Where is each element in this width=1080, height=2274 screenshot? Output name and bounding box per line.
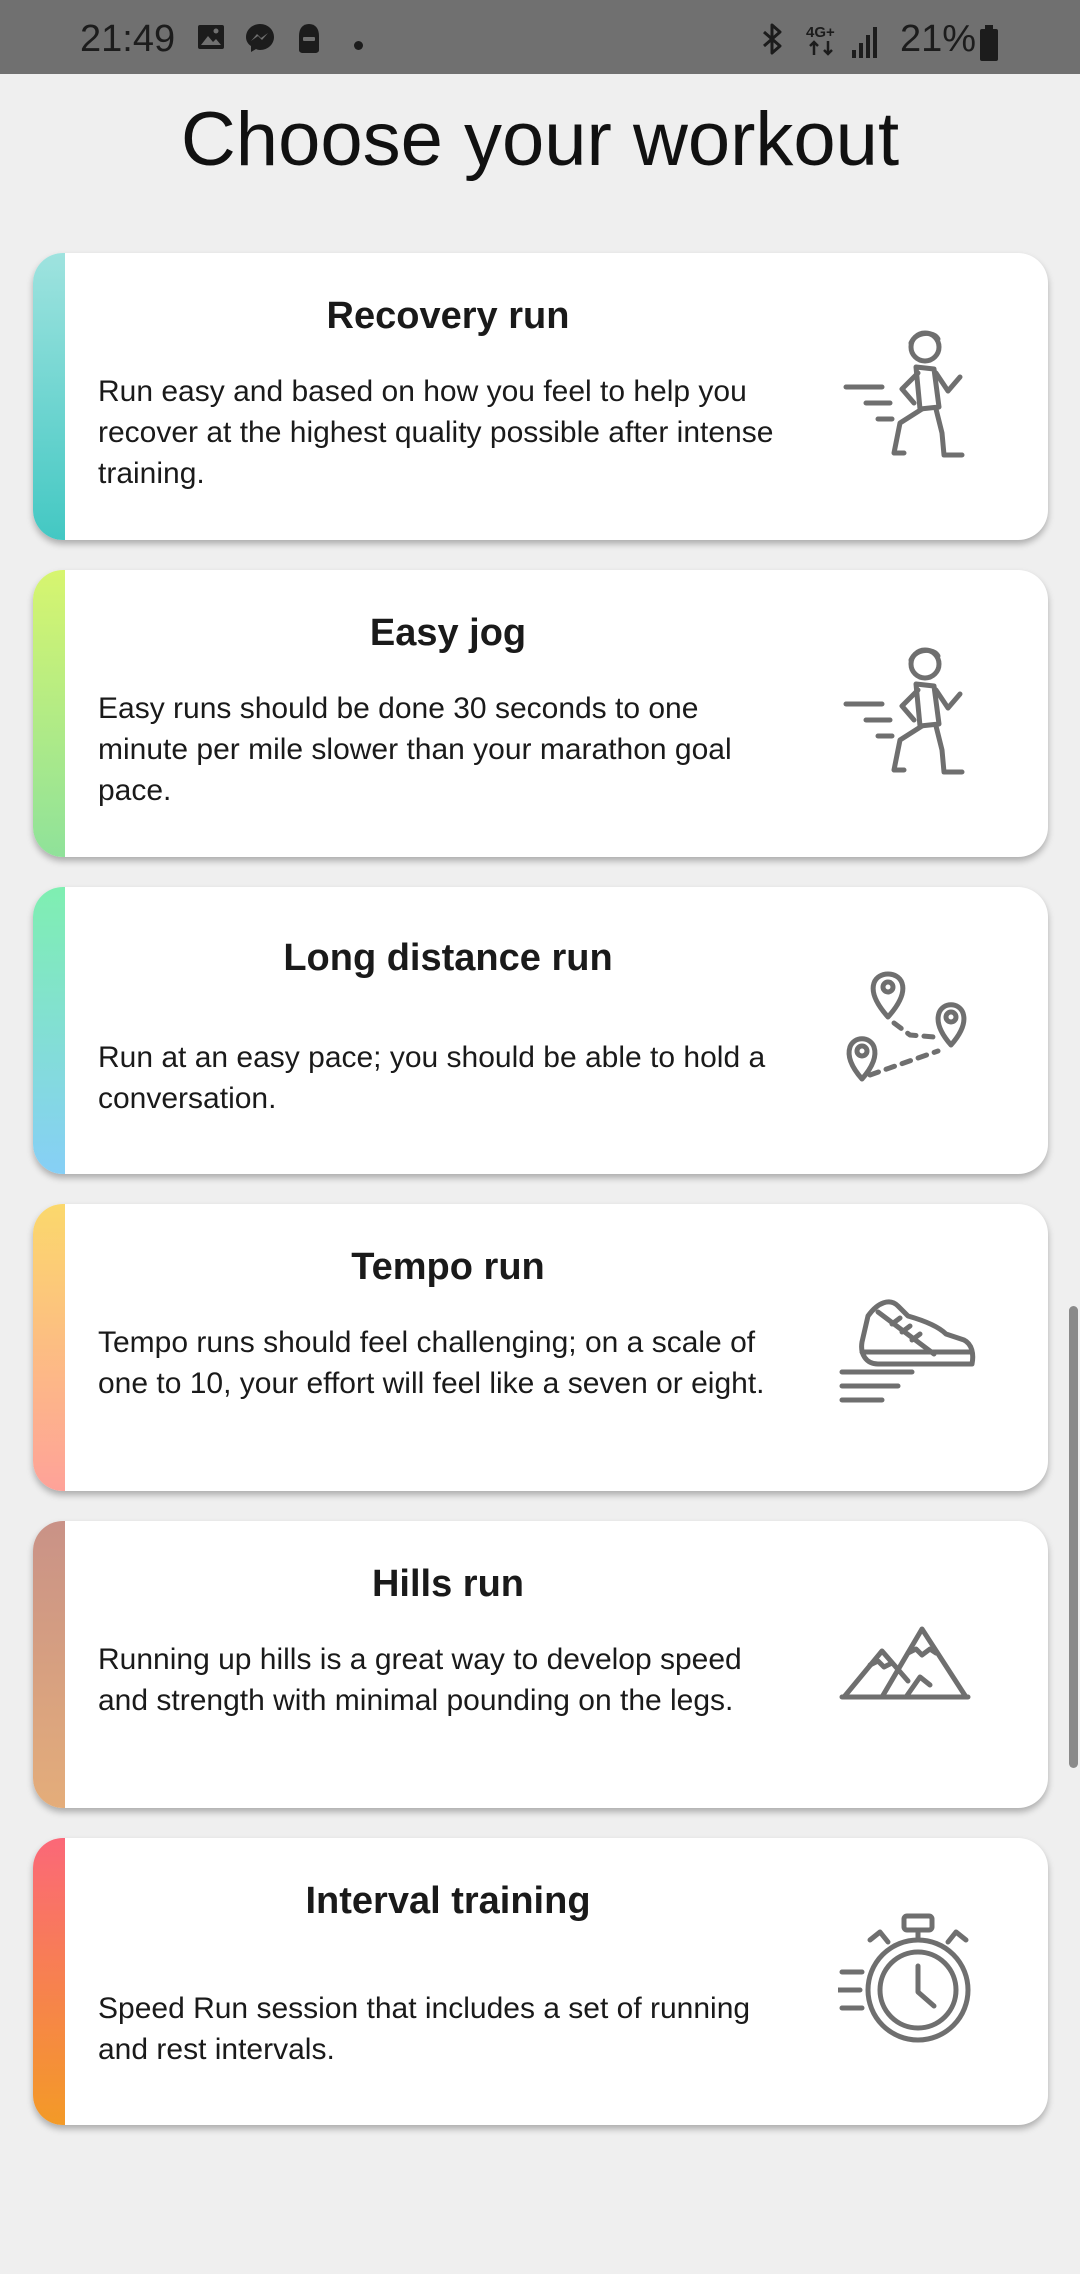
card-accent-stripe: [33, 253, 65, 540]
signal-icon: [852, 27, 877, 58]
workout-description: Easy runs should be done 30 seconds to o…: [98, 692, 732, 807]
network-label: 4G+: [806, 24, 835, 41]
workout-card-long-distance-run[interactable]: Long distance run Run at an easy pace; y…: [33, 887, 1048, 1174]
runner-icon: [843, 330, 965, 458]
bluetooth-icon: [763, 23, 782, 55]
route-pins-icon: [846, 971, 967, 1082]
workout-title: Interval training: [305, 1880, 591, 1922]
card-accent-stripe: [33, 570, 65, 857]
card-accent-stripe: [33, 1838, 65, 2125]
workout-description: Running up hills is a great way to devel…: [98, 1643, 742, 1717]
workout-card-hills-run[interactable]: Hills run Running up hills is a great wa…: [33, 1521, 1048, 1808]
status-bar: 21:49 4G+ 21%: [0, 0, 1080, 74]
workout-title: Tempo run: [351, 1246, 545, 1288]
workout-card-easy-jog[interactable]: Easy jog Easy runs should be done 30 sec…: [33, 570, 1048, 857]
workout-description: Run easy and based on how you feel to he…: [98, 375, 774, 490]
scrollbar[interactable]: [1069, 1306, 1078, 1768]
messenger-icon: [246, 24, 274, 52]
gallery-icon: [198, 25, 224, 49]
workout-title: Easy jog: [369, 612, 527, 654]
workout-title: Hills run: [371, 1563, 525, 1605]
stopwatch-icon: [838, 1913, 971, 2043]
workout-card-interval-training[interactable]: Interval training Speed Run session that…: [33, 1838, 1048, 2125]
card-accent-stripe: [33, 1204, 65, 1491]
workout-description: Run at an easy pace; you should be able …: [98, 1041, 766, 1115]
battery-icon: [980, 25, 998, 61]
page-title: Choose your workout: [180, 97, 900, 182]
workout-card-tempo-run[interactable]: Tempo run Tempo runs should feel challen…: [33, 1204, 1048, 1491]
battery-percentage: 21%: [900, 18, 977, 60]
mountains-icon: [839, 1626, 971, 1700]
running-shoe-icon: [839, 1299, 976, 1403]
card-accent-stripe: [33, 1521, 65, 1808]
jogger-icon: [843, 647, 965, 775]
workout-card-recovery-run[interactable]: Recovery run Run easy and based on how y…: [33, 253, 1048, 540]
notification-dot: [354, 41, 363, 50]
workout-description: Tempo runs should feel challenging; on a…: [98, 1326, 765, 1400]
status-time: 21:49: [80, 18, 176, 60]
workout-title: Long distance run: [283, 937, 613, 979]
workout-title: Recovery run: [326, 295, 570, 337]
secure-folder-icon: [299, 24, 319, 53]
workout-description: Speed Run session that includes a set of…: [98, 1992, 751, 2066]
card-accent-stripe: [33, 887, 65, 1174]
network-icon: 4G+: [806, 24, 846, 58]
